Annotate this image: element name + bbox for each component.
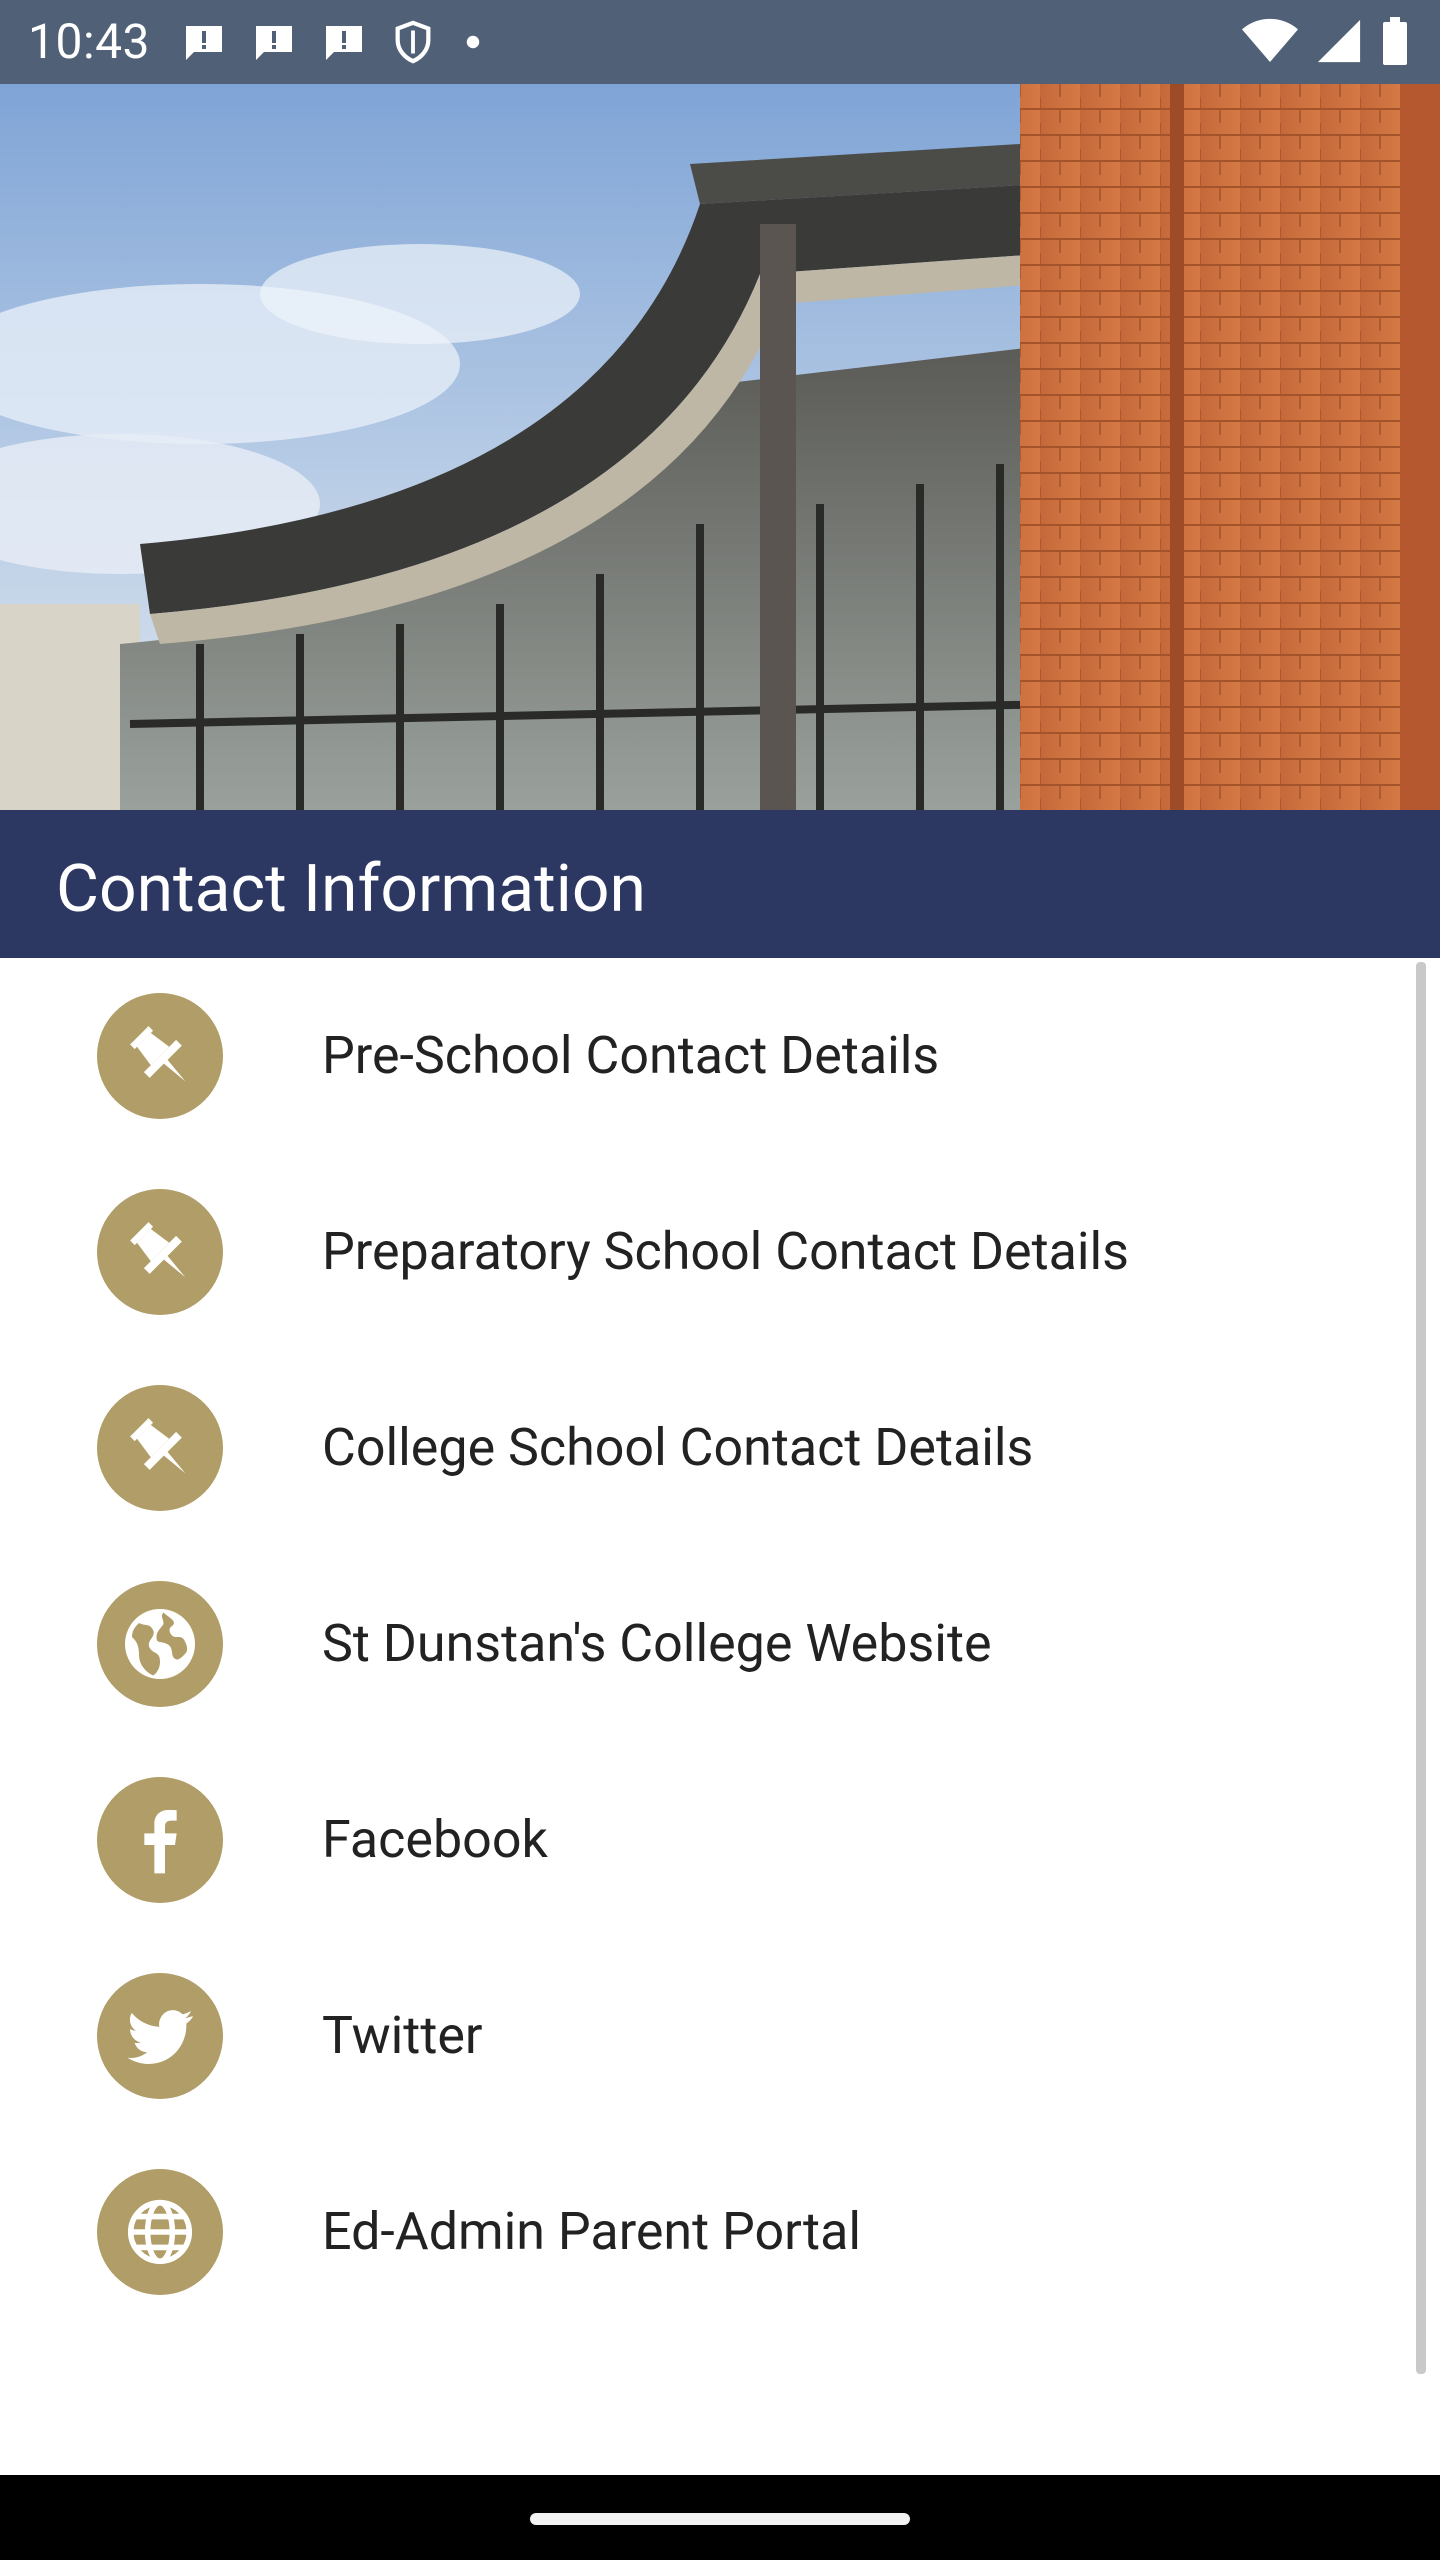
globe-icon	[97, 1581, 223, 1707]
list-item-college-contact[interactable]: College School Contact Details	[0, 1350, 1410, 1546]
battery-icon	[1380, 17, 1410, 65]
list-item-facebook[interactable]: Facebook	[0, 1742, 1410, 1938]
pin-icon	[97, 1385, 223, 1511]
alert-icon	[320, 18, 368, 66]
alert-icon	[250, 18, 298, 66]
status-bar: 10:43	[0, 0, 1440, 84]
web-icon	[97, 2169, 223, 2295]
pin-icon	[97, 993, 223, 1119]
wifi-icon	[1242, 16, 1298, 66]
dot-icon	[458, 27, 488, 57]
list-item-label: Preparatory School Contact Details	[322, 1221, 1129, 1282]
home-gesture-handle[interactable]	[530, 2513, 910, 2525]
contact-list: Pre-School Contact Details Preparatory S…	[0, 958, 1440, 2330]
list-item-label: Facebook	[322, 1809, 548, 1870]
shield-icon	[390, 19, 436, 65]
list-item-parent-portal[interactable]: Ed-Admin Parent Portal	[0, 2134, 1410, 2330]
list-item-label: College School Contact Details	[322, 1417, 1034, 1478]
list-item-twitter[interactable]: Twitter	[0, 1938, 1410, 2134]
navigation-bar	[0, 2475, 1440, 2560]
list-item-preparatory-contact[interactable]: Preparatory School Contact Details	[0, 1154, 1410, 1350]
system-icons	[1242, 16, 1410, 66]
list-item-label: Ed-Admin Parent Portal	[322, 2201, 861, 2262]
list-item-label: Pre-School Contact Details	[322, 1025, 940, 1086]
section-header: Contact Information	[0, 810, 1440, 958]
scrollbar[interactable]	[1416, 962, 1426, 2374]
twitter-icon	[97, 1973, 223, 2099]
list-item-preschool-contact[interactable]: Pre-School Contact Details	[0, 958, 1410, 1154]
pin-icon	[97, 1189, 223, 1315]
list-item-label: St Dunstan's College Website	[322, 1613, 992, 1674]
status-time: 10:43	[28, 13, 151, 70]
hero-building-image	[0, 84, 1440, 810]
section-title: Contact Information	[56, 851, 646, 928]
notification-icons	[180, 18, 488, 66]
list-item-label: Twitter	[322, 2005, 483, 2066]
signal-icon	[1316, 18, 1362, 64]
facebook-icon	[97, 1777, 223, 1903]
alert-icon	[180, 18, 228, 66]
list-item-college-website[interactable]: St Dunstan's College Website	[0, 1546, 1410, 1742]
